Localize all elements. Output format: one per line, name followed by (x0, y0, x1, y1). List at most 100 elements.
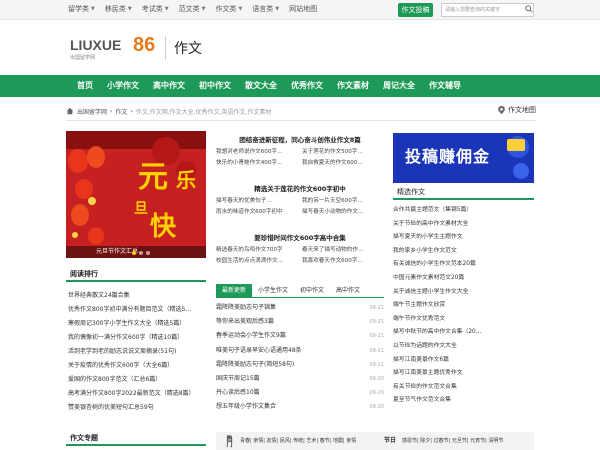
top-nav-item[interactable]: 考试类 ▼ (142, 4, 169, 14)
tag-label: 热门 (225, 435, 232, 447)
list-item[interactable]: 唯美句子语录早安心语通用48条 09-21 (216, 344, 384, 358)
ranking-item[interactable]: 高考满分作文800字2022最新范文（精选8篇） (68, 387, 208, 401)
nav-weekly-journal[interactable]: 周记大全 (376, 75, 422, 97)
list-item[interactable]: 有关节俭的作文范文合集 (393, 381, 534, 395)
list-item[interactable]: 描写中秋节的高中作文合集（20… (393, 326, 534, 340)
list-item[interactable]: 端午节主题作文欣赏 (393, 299, 534, 313)
list-item[interactable]: 想五年级小学作文集合 09-20 (216, 400, 384, 414)
breadcrumb-section[interactable]: 作文 (115, 107, 127, 116)
list-item[interactable]: 描写江南美景主题优秀作文 (393, 367, 534, 381)
article-link[interactable]: 描写春天小动物的作文… (302, 207, 384, 218)
article-link[interactable]: 我想对老师说作文600字… (216, 147, 298, 158)
breadcrumb-home[interactable]: 出国留学网 (77, 107, 107, 116)
list-item[interactable]: 夏至节气作文范文合集 (393, 394, 534, 408)
tab-primary[interactable]: 小学生作文 (252, 284, 294, 297)
article-link[interactable]: 校园生活的点点滴滴作文… (216, 256, 298, 267)
list-item[interactable]: 等你来出美观后感3篇 09-21 (216, 315, 384, 329)
list-item-date: 09-21 (369, 347, 384, 354)
caret-down-icon: ▼ (127, 6, 132, 12)
list-item[interactable]: 端午节作文优秀范文 (393, 313, 534, 327)
banner-char-kuai: 快 (150, 212, 177, 242)
top-nav-sitemap[interactable]: 网站地图 (289, 4, 317, 14)
list-item[interactable]: 描写夏天的小学生主题作文 (393, 231, 534, 245)
list-item-date: 09-21 (369, 319, 384, 326)
list-item[interactable]: 国庆节周记15篇 09-20 (216, 372, 384, 386)
nav-essay-tutoring[interactable]: 作文辅导 (422, 75, 468, 97)
top-nav-item[interactable]: 范文类 ▼ (179, 4, 206, 14)
top-nav-item[interactable]: 语言类 ▼ (252, 4, 279, 14)
list-item[interactable]: 我的家乡小学生作文范文 (393, 245, 534, 259)
contribute-button[interactable]: 作文投稿 (398, 3, 433, 17)
list-item[interactable]: 合作共赢主题范文（集锦5篇） (393, 204, 534, 218)
article-link[interactable]: 雨水的味道作文600字初中 (216, 207, 298, 218)
article-link[interactable]: 我自救夏天的作文600… (302, 158, 384, 169)
list-item[interactable]: 丹心读后感10篇 09-20 (216, 386, 384, 400)
ranking-item[interactable]: 寒假周记300字小学生作文大全（精选5篇） (68, 317, 208, 331)
list-item[interactable]: 描写江南美景作文6篇 (393, 354, 534, 368)
article-link[interactable]: 春天来了描写动物的作… (302, 245, 384, 256)
ranking-item[interactable]: 优秀作文800字初中满分有题目范文（精选5… (68, 303, 208, 317)
tab-middle[interactable]: 初中作文 (294, 284, 330, 297)
new-year-illustration: 元 乐 旦 快 (66, 131, 206, 258)
section-headline[interactable]: 精选关于莲花的作文600字初中 (216, 184, 384, 194)
list-item[interactable]: 春季运动会小学生作文9篇 09-21 (216, 329, 384, 343)
ranking-item[interactable]: 关于疫情的优秀作文600字（大全6篇） (68, 359, 208, 373)
featured-banner[interactable]: 元 乐 旦 快 元旦节作文汇总 (66, 131, 206, 258)
ranking-item[interactable]: 赞美银杏树的优美短句汇总59句 (68, 401, 208, 415)
caret-down-icon: ▼ (164, 6, 169, 12)
article-link[interactable]: 描写春天的优美句子… (216, 196, 298, 207)
carousel-dot[interactable] (146, 251, 150, 255)
list-item[interactable]: 中国元素作文素材范文20篇 (393, 272, 534, 286)
tab-high[interactable]: 高中作文 (330, 284, 366, 297)
caret-down-icon: ▼ (238, 6, 243, 12)
section-headline[interactable]: 团结奋进新征程，同心奋斗创伟业作文8篇 (216, 135, 384, 145)
article-link[interactable]: 我喜欢春天作文600字… (302, 256, 384, 267)
list-item-date: 09-20 (369, 404, 384, 411)
sitemap-label: 作文地图 (508, 106, 536, 114)
ranking-list: 世界经典散文24篇合集 优秀作文800字初中满分有题目范文（精选5… 寒假周记3… (68, 289, 208, 415)
nav-excellent-essay[interactable]: 优秀作文 (284, 75, 330, 97)
search-icon[interactable] (525, 5, 533, 13)
list-item[interactable]: 以节俭为话题的作文大全 (393, 340, 534, 354)
nav-home[interactable]: 首页 (70, 75, 100, 97)
top-nav-item[interactable]: 移民类 ▼ (105, 4, 132, 14)
article-link[interactable]: 快乐的小青蛙作文400字… (216, 158, 298, 169)
list-item-date: 09-21 (369, 333, 384, 340)
nav-primary-essay[interactable]: 小学作文 (100, 75, 146, 97)
carousel-dot[interactable] (132, 251, 136, 255)
top-nav-item[interactable]: 作文类 ▼ (215, 4, 242, 14)
nav-prose[interactable]: 散文大全 (238, 75, 284, 97)
nav-middle-school-essay[interactable]: 初中作文 (192, 75, 238, 97)
ranking-item[interactable]: 世界经典散文24篇合集 (68, 289, 208, 303)
featured-section: 团结奋进新征程，同心奋斗创伟业作文8篇 我想对老师说作文600字… 关于莲花的作文… (216, 135, 384, 169)
article-link[interactable]: 精选春天的鸟鸣作文700字 (216, 245, 298, 256)
section-headline[interactable]: 要珍惜时间作文600字高中合集 (216, 233, 384, 243)
list-item[interactable]: 有关诚信的小学生作文范本20篇 (393, 258, 534, 272)
contribute-ad-banner[interactable]: 投稿赚佣金 (393, 133, 534, 183)
ranking-item[interactable]: 活到老学到老的励志说说文案摘录(51句) (68, 345, 208, 359)
breadcrumb-keywords: 作文,作文网,作文大全,优秀作文,英语作文,作文素材 (135, 108, 272, 116)
site-logo[interactable]: LIUXUE 86 出国留学网 (70, 34, 160, 63)
article-link[interactable]: 关于莲花的作文500字… (302, 147, 384, 158)
list-item[interactable]: 霜降降美励志句子(简短58句) 09-21 (216, 358, 384, 372)
essay-sitemap-link[interactable]: 作文地图 (498, 105, 536, 115)
banner-char-dan: 旦 (134, 201, 148, 217)
banner-char-yuan: 元 (138, 160, 168, 195)
tag-links[interactable]: 青春| 亲情| 友情| 民风| 传统| 艺术| 春节| 地震| 亲情 (240, 437, 356, 444)
list-item[interactable]: 关于诚信主题小学生作文大全 (393, 286, 534, 300)
carousel-dot[interactable] (139, 251, 143, 255)
top-nav-item[interactable]: 留学类 ▼ (68, 4, 95, 14)
search-input[interactable]: 请输入您要查询的关键字 (441, 3, 534, 17)
nav-high-school-essay[interactable]: 高中作文 (146, 75, 192, 97)
logo-text: LIUXUE (70, 37, 122, 53)
ranking-title: 阅读排行 (70, 270, 98, 278)
festival-links[interactable]: 感恩节| 除夕| 过春节| 元旦节| 元宵节| 清明节 (402, 437, 503, 444)
article-link[interactable]: 我的另一片天空600字… (302, 196, 384, 207)
ranking-item[interactable]: 爱国的作文800字范文（汇总6篇） (68, 373, 208, 387)
tab-latest[interactable]: 最新更新 (216, 284, 253, 297)
home-icon (66, 107, 74, 115)
list-item[interactable]: 霜降降美励志句子锦集 09-21 (216, 301, 384, 315)
list-item[interactable]: 关于节俭的高中作文素材大全 (393, 218, 534, 232)
ranking-item[interactable]: 我的偶像初一满分作文600字（精选10篇） (68, 331, 208, 345)
nav-essay-material[interactable]: 作文素材 (330, 75, 376, 97)
